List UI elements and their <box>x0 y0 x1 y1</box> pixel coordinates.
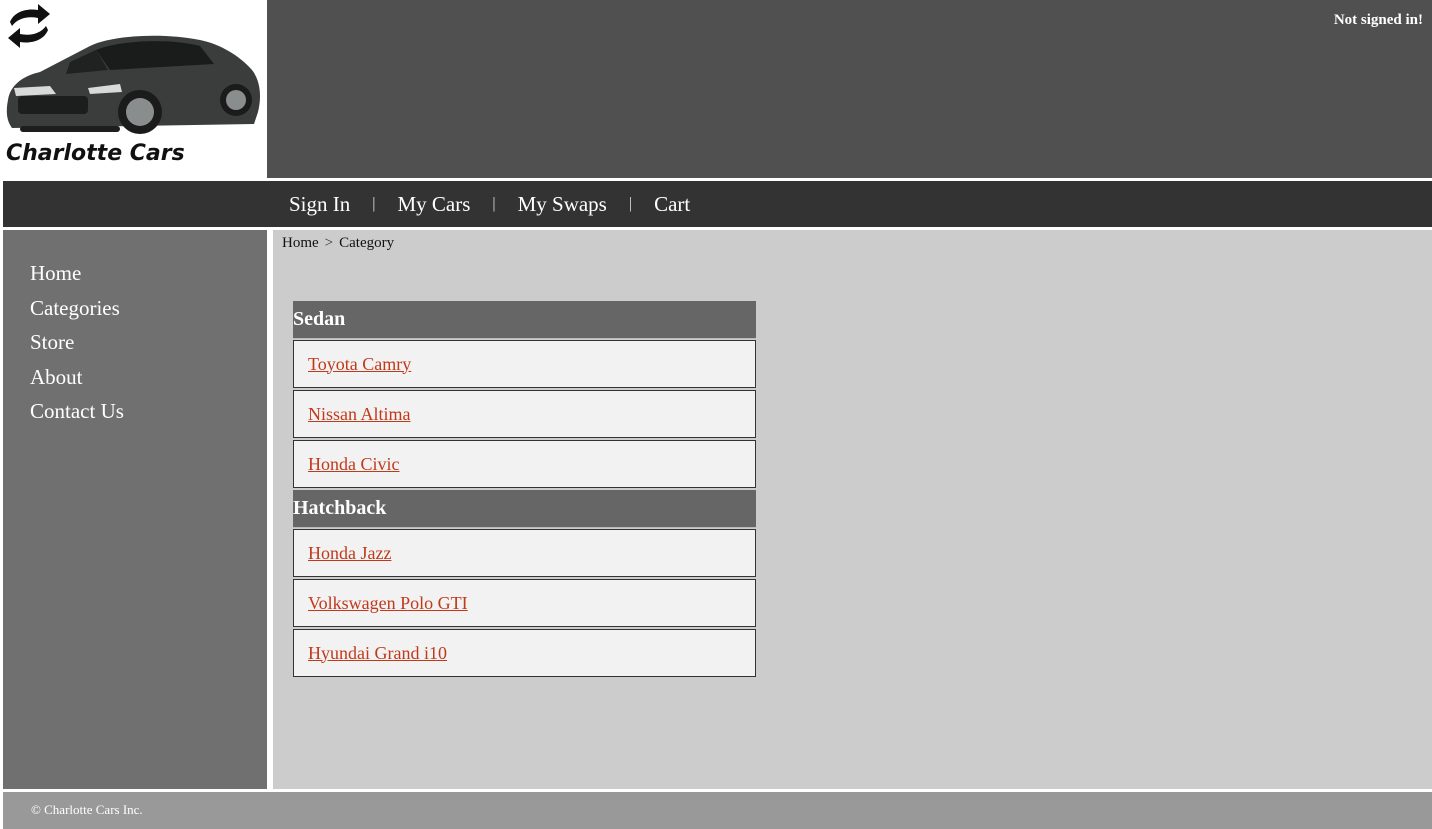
sidebar-item-home: Home <box>30 256 267 291</box>
nav-links: Sign In | My Cars | My Swaps | Cart <box>289 181 690 227</box>
footer: © Charlotte Cars Inc. <box>3 792 1432 829</box>
breadcrumb-category: Category <box>339 235 395 251</box>
list-item: Hyundai Grand i10 <box>293 629 756 677</box>
signin-status: Not signed in! <box>1333 12 1423 28</box>
header-bar: Not signed in! <box>267 0 1432 178</box>
sidebar-item-store: Store <box>30 325 267 360</box>
breadcrumb-home[interactable]: Home <box>282 235 319 251</box>
breadcrumb: Home > Category <box>282 235 394 252</box>
car-link-honda-jazz[interactable]: Honda Jazz <box>308 543 391 564</box>
breadcrumb-separator: > <box>324 235 334 251</box>
category-list: Sedan Toyota Camry Nissan Altima Honda C… <box>293 301 756 679</box>
logo[interactable]: Charlotte Cars <box>0 0 265 178</box>
car-link-honda-civic[interactable]: Honda Civic <box>308 454 400 475</box>
category-header-hatchback: Hatchback <box>293 490 756 528</box>
list-item: Honda Jazz <box>293 529 756 577</box>
sidebar-link-contact-us[interactable]: Contact Us <box>30 399 124 423</box>
nav-sign-in[interactable]: Sign In <box>289 192 350 217</box>
sidebar-link-home[interactable]: Home <box>30 261 81 285</box>
car-link-toyota-camry[interactable]: Toyota Camry <box>308 354 411 375</box>
sidebar-menu: Home Categories Store About Contact Us <box>3 230 267 429</box>
nav-separator: | <box>492 195 496 212</box>
list-item: Toyota Camry <box>293 340 756 388</box>
list-item: Nissan Altima <box>293 390 756 438</box>
nav-separator: | <box>372 195 376 212</box>
car-link-nissan-altima[interactable]: Nissan Altima <box>308 404 411 425</box>
category-header-sedan: Sedan <box>293 301 756 339</box>
sidebar-link-about[interactable]: About <box>30 365 83 389</box>
nav-cart[interactable]: Cart <box>654 192 690 217</box>
footer-copyright: © Charlotte Cars Inc. <box>31 802 143 817</box>
sidebar-link-store[interactable]: Store <box>30 330 74 354</box>
sidebar-item-contact-us: Contact Us <box>30 394 267 429</box>
sidebar-item-about: About <box>30 360 267 395</box>
car-link-volkswagen-polo-gti[interactable]: Volkswagen Polo GTI <box>308 593 468 614</box>
car-link-hyundai-grand-i10[interactable]: Hyundai Grand i10 <box>308 643 447 664</box>
brand-name: Charlotte Cars <box>6 141 185 166</box>
sidebar-link-categories[interactable]: Categories <box>30 296 120 320</box>
main-content: Home > Category Sedan Toyota Camry Nissan … <box>273 230 1432 789</box>
sidebar: Home Categories Store About Contact Us <box>3 230 267 789</box>
list-item: Honda Civic <box>293 440 756 488</box>
list-item: Volkswagen Polo GTI <box>293 579 756 627</box>
top-nav: Sign In | My Cars | My Swaps | Cart <box>3 181 1432 227</box>
nav-my-swaps[interactable]: My Swaps <box>518 192 607 217</box>
nav-separator: | <box>628 195 633 212</box>
nav-my-cars[interactable]: My Cars <box>397 192 470 217</box>
sidebar-item-categories: Categories <box>30 291 267 326</box>
